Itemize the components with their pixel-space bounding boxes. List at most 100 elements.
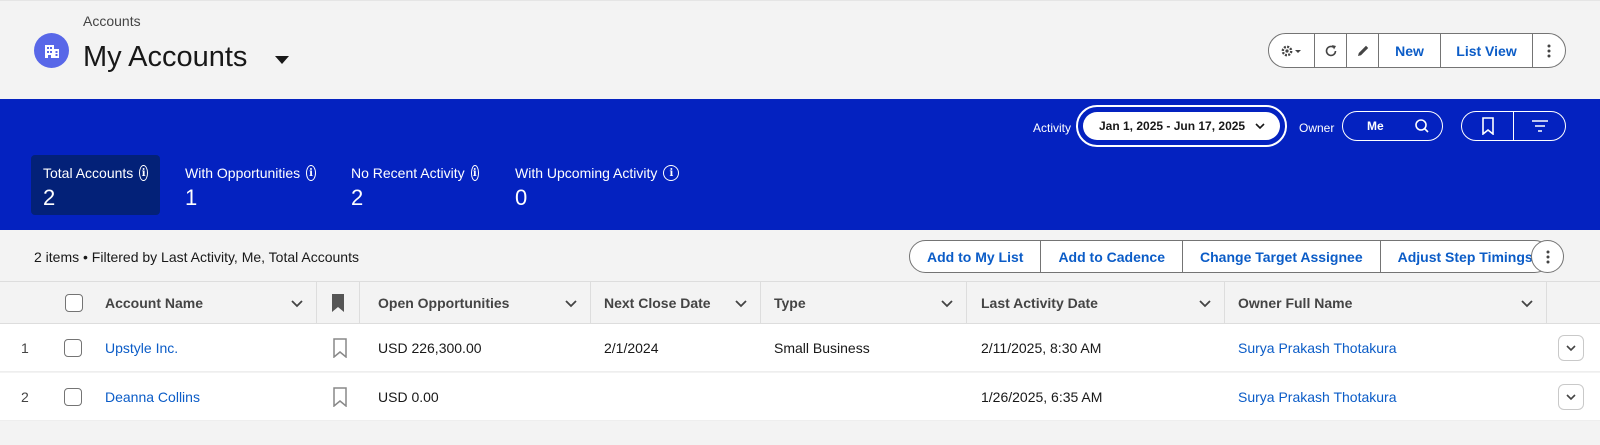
owner-name-link[interactable]: Surya Prakash Thotakura (1238, 324, 1397, 372)
search-icon (1415, 119, 1429, 133)
next-close-date-value: 2/1/2024 (604, 340, 659, 356)
open-opportunities-value: USD 226,300.00 (378, 340, 482, 356)
add-to-my-list-button[interactable]: Add to My List (910, 241, 1042, 272)
breadcrumb[interactable]: Accounts (83, 13, 141, 29)
band-icon-group (1461, 111, 1566, 141)
last-activity-date-value: 2/11/2025, 8:30 AM (981, 340, 1102, 356)
chevron-down-icon[interactable] (734, 296, 748, 310)
column-label: Owner Full Name (1238, 295, 1353, 311)
row-bookmark-button[interactable] (332, 324, 348, 372)
column-account-name[interactable]: Account Name (92, 282, 317, 324)
open-opportunities-value: USD 0.00 (378, 389, 439, 405)
activity-label: Activity (1033, 121, 1072, 135)
row-actions-button[interactable] (1558, 384, 1584, 410)
metric-label: With Opportunities (185, 165, 301, 181)
bookmark-filled-icon (332, 294, 344, 312)
list-view-switcher-caret-icon[interactable] (275, 56, 289, 64)
bookmark-icon (333, 387, 347, 407)
list-view-button[interactable]: List View (1441, 34, 1533, 67)
owner-value: Me (1367, 119, 1384, 133)
column-next-close-date[interactable]: Next Close Date (591, 282, 761, 324)
chevron-down-icon[interactable] (1198, 296, 1212, 310)
metric-no-recent-activity[interactable]: No Recent Activity i 2 (339, 155, 491, 215)
select-all-cell (0, 282, 92, 324)
owner-label: Owner (1299, 121, 1335, 135)
bulk-action-group: Add to My List Add to Cadence Change Tar… (909, 240, 1551, 273)
edit-button[interactable] (1347, 34, 1379, 67)
list-toolbar: 2 items • Filtered by Last Activity, Me,… (0, 230, 1600, 282)
info-icon[interactable]: i (139, 165, 148, 181)
chevron-down-icon[interactable] (564, 296, 578, 310)
metric-total-accounts[interactable]: Total Accounts i 2 (31, 155, 160, 215)
new-button[interactable]: New (1379, 34, 1441, 67)
metric-value: 2 (43, 185, 56, 210)
table-row: 2 Deanna Collins USD 0.00 1/26/2025, 6:3… (0, 373, 1600, 421)
metric-with-upcoming-activity[interactable]: With Upcoming Activity i 0 (503, 155, 693, 215)
type-value: Small Business (774, 340, 870, 356)
owner-name-link[interactable]: Surya Prakash Thotakura (1238, 373, 1397, 421)
column-last-activity-date[interactable]: Last Activity Date (967, 282, 1225, 324)
row-number: 2 (21, 389, 29, 405)
metric-label: With Upcoming Activity (515, 165, 658, 181)
table-header: Account Name Open Opportunities Next Clo… (0, 282, 1600, 324)
row-bookmark-button[interactable] (332, 373, 348, 421)
chevron-down-icon (1255, 123, 1265, 130)
filter-lines-icon (1531, 120, 1548, 132)
column-label: Account Name (105, 295, 204, 311)
column-type[interactable]: Type (761, 282, 967, 324)
column-owner-full-name[interactable]: Owner Full Name (1225, 282, 1547, 324)
info-icon[interactable]: i (306, 165, 316, 181)
metric-with-opportunities[interactable]: With Opportunities i 1 (173, 155, 328, 215)
select-all-checkbox[interactable] (65, 294, 83, 312)
row-checkbox[interactable] (64, 388, 82, 406)
column-label: Type (774, 295, 806, 311)
row-checkbox[interactable] (64, 339, 82, 357)
change-target-assignee-button[interactable]: Change Target Assignee (1183, 241, 1381, 272)
refresh-button[interactable] (1315, 34, 1347, 67)
refresh-icon (1325, 44, 1336, 56)
adjust-step-timings-button[interactable]: Adjust Step Timings (1381, 241, 1550, 272)
metric-value: 2 (351, 185, 364, 210)
toolbar-more-button[interactable] (1531, 240, 1564, 273)
metrics-band: Activity Jan 1, 2025 - Jun 17, 2025 Owne… (0, 99, 1600, 230)
row-select-cell (64, 324, 82, 372)
column-label: Next Close Date (604, 295, 711, 311)
header-more-button[interactable] (1533, 34, 1565, 67)
pencil-icon (1357, 45, 1368, 56)
bookmark-icon (1481, 117, 1494, 135)
settings-menu-button[interactable] (1269, 34, 1315, 67)
gear-icon (1281, 45, 1301, 56)
date-range-picker[interactable]: Jan 1, 2025 - Jun 17, 2025 (1083, 112, 1280, 140)
column-label: Last Activity Date (981, 295, 1098, 311)
row-number: 1 (21, 340, 29, 356)
table-row: 1 Upstyle Inc. USD 226,300.00 2/1/2024 S… (0, 324, 1600, 372)
page-header: Accounts My Accounts New List View (0, 0, 1600, 99)
more-vertical-icon (1547, 44, 1551, 57)
column-bookmark (317, 282, 360, 324)
info-icon[interactable]: i (663, 165, 680, 181)
filter-button[interactable] (1514, 112, 1565, 140)
last-activity-date-value: 1/26/2025, 6:35 AM (981, 389, 1103, 405)
bookmark-icon (333, 338, 347, 358)
header-button-group: New List View (1268, 33, 1566, 68)
column-open-opportunities[interactable]: Open Opportunities (360, 282, 591, 324)
items-filter-info: 2 items • Filtered by Last Activity, Me,… (34, 249, 359, 265)
chevron-down-icon[interactable] (290, 296, 304, 310)
chevron-down-icon (1566, 345, 1576, 352)
chevron-down-icon[interactable] (1520, 296, 1534, 310)
page-title: My Accounts (83, 41, 248, 73)
owner-search-field[interactable]: Me (1342, 111, 1443, 141)
building-icon (34, 33, 69, 68)
date-range-value: Jan 1, 2025 - Jun 17, 2025 (1099, 119, 1246, 133)
info-icon[interactable]: i (470, 165, 479, 181)
add-to-cadence-button[interactable]: Add to Cadence (1041, 241, 1184, 272)
metric-value: 1 (185, 185, 198, 210)
metric-value: 0 (515, 185, 528, 210)
account-name-link[interactable]: Deanna Collins (105, 373, 200, 421)
saved-filters-button[interactable] (1462, 112, 1514, 140)
account-name-link[interactable]: Upstyle Inc. (105, 324, 178, 372)
row-actions-button[interactable] (1558, 335, 1584, 361)
row-select-cell (64, 373, 82, 421)
more-vertical-icon (1546, 250, 1549, 263)
chevron-down-icon[interactable] (940, 296, 954, 310)
